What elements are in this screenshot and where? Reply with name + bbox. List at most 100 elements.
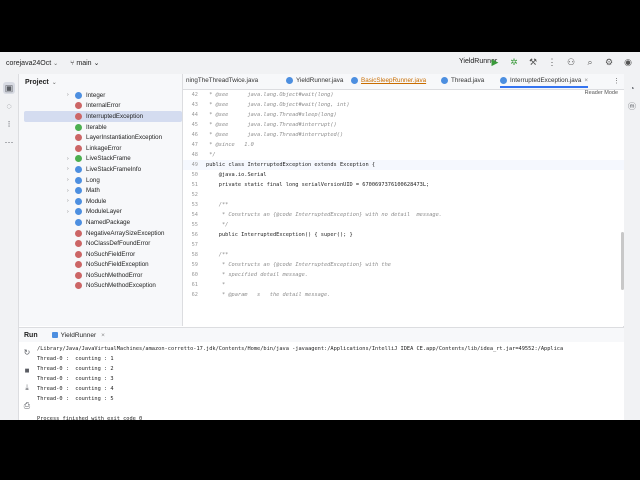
tree-item[interactable]: › Integer bbox=[19, 90, 182, 101]
tree-item[interactable]: › Module bbox=[19, 196, 182, 207]
chevron-right-icon[interactable]: › bbox=[67, 198, 69, 204]
tree-item[interactable]: NoSuchMethodError bbox=[19, 270, 182, 281]
tree-item[interactable]: NoSuchFieldError bbox=[19, 249, 182, 260]
line-number[interactable]: 45 bbox=[183, 122, 198, 128]
tree-item-label: NoSuchFieldError bbox=[86, 250, 136, 258]
project-selector[interactable]: corejava24Oct bbox=[6, 60, 51, 67]
profile-icon[interactable]: ◉ bbox=[622, 56, 634, 68]
line-number[interactable]: 51 bbox=[183, 182, 198, 188]
code-text: * @see java.lang.Object#wait(long, int) bbox=[206, 102, 350, 108]
line-number[interactable]: 62 bbox=[183, 292, 198, 298]
more-icon[interactable]: ⋮ bbox=[546, 56, 558, 68]
build-icon[interactable]: ⚒ bbox=[527, 56, 539, 68]
line-number[interactable]: 59 bbox=[183, 262, 198, 268]
tab-yield-runner[interactable]: YieldRunner.java bbox=[286, 77, 343, 84]
console-line: Thread-0 : counting : 1 bbox=[37, 356, 114, 362]
close-icon[interactable]: × bbox=[101, 332, 105, 339]
tree-item[interactable]: › LiveStackFrame bbox=[19, 154, 182, 165]
line-number[interactable]: 49 bbox=[183, 162, 198, 168]
tree-item-label: LiveStackFrameInfo bbox=[86, 165, 142, 173]
tree-item[interactable]: › ModuleLayer bbox=[19, 207, 182, 218]
tree-item[interactable]: NoSuchFieldException bbox=[19, 260, 182, 271]
chevron-right-icon[interactable]: › bbox=[67, 177, 69, 183]
more-tools-icon[interactable]: ⋯ bbox=[3, 136, 15, 148]
line-number[interactable]: 43 bbox=[183, 102, 198, 108]
tree-item[interactable]: Iterable bbox=[19, 122, 182, 133]
chevron-right-icon[interactable]: › bbox=[67, 209, 69, 215]
line-number[interactable]: 57 bbox=[183, 242, 198, 248]
line-number[interactable]: 61 bbox=[183, 282, 198, 288]
console-line: Process finished with exit code 0 bbox=[37, 416, 143, 420]
gear-icon[interactable]: ⚙ bbox=[603, 56, 615, 68]
chevron-right-icon[interactable]: › bbox=[67, 166, 69, 172]
tabs-more-icon[interactable]: ⋮ bbox=[613, 77, 620, 85]
code-text: /** bbox=[206, 202, 229, 208]
branch-label: main bbox=[76, 59, 92, 67]
tree-item[interactable]: › Math bbox=[19, 185, 182, 196]
tab-interrupted-exception[interactable]: InterruptedException.java × bbox=[500, 77, 589, 88]
code-text: */ bbox=[206, 222, 229, 228]
line-number[interactable]: 60 bbox=[183, 272, 198, 278]
tab-basic-sleep-runner[interactable]: BasicSleepRunner.java bbox=[351, 77, 426, 84]
line-number[interactable]: 56 bbox=[183, 232, 198, 238]
console-line: Thread-0 : counting : 5 bbox=[37, 396, 114, 402]
run-tab-yield-runner[interactable]: YieldRunner × bbox=[51, 332, 105, 339]
stop-icon[interactable]: ■ bbox=[21, 364, 33, 376]
chevron-down-icon: ⌄ bbox=[51, 79, 57, 86]
debug-icon[interactable]: ✲ bbox=[508, 56, 520, 68]
chevron-right-icon[interactable]: › bbox=[67, 188, 69, 194]
class-icon bbox=[75, 134, 82, 142]
code-text: /** bbox=[206, 252, 229, 258]
tab-thread[interactable]: Thread.java bbox=[441, 77, 484, 84]
add-user-icon[interactable]: ⚇ bbox=[565, 56, 577, 68]
tree-item[interactable]: InternalError bbox=[19, 101, 182, 112]
notifications-icon[interactable]: ◔ bbox=[626, 82, 638, 94]
tree-item[interactable]: LayerInstantiationException bbox=[19, 132, 182, 143]
code-line: 58 /** bbox=[183, 250, 624, 260]
line-number[interactable]: 53 bbox=[183, 202, 198, 208]
code-editor[interactable]: Reader Mode 42 * @see java.lang.Object#w… bbox=[183, 90, 624, 326]
console-output[interactable]: /Library/Java/JavaVirtualMachines/amazon… bbox=[36, 342, 624, 420]
line-number[interactable]: 52 bbox=[183, 192, 198, 198]
line-number[interactable]: 50 bbox=[183, 172, 198, 178]
tree-item[interactable]: NoClassDefFoundError bbox=[19, 238, 182, 249]
tree-item[interactable]: › Long bbox=[19, 175, 182, 186]
project-panel-header[interactable]: Project ⌄ bbox=[19, 74, 182, 90]
tab-running-the-thread-twice[interactable]: ningTheThreadTwice.java bbox=[186, 77, 258, 84]
tree-item[interactable]: InterruptedException bbox=[24, 111, 182, 122]
rerun-icon[interactable]: ↻ bbox=[21, 346, 33, 358]
close-icon[interactable]: × bbox=[584, 77, 588, 84]
structure-icon[interactable]: ⁝ bbox=[3, 118, 15, 130]
line-number[interactable]: 55 bbox=[183, 222, 198, 228]
chevron-right-icon[interactable]: › bbox=[67, 92, 69, 98]
line-number[interactable]: 42 bbox=[183, 92, 198, 98]
console-line: /Library/Java/JavaVirtualMachines/amazon… bbox=[37, 346, 564, 352]
run-icon[interactable]: ▶ bbox=[489, 56, 501, 68]
tree-item[interactable]: NegativeArraySizeException bbox=[19, 228, 182, 239]
chevron-right-icon[interactable]: › bbox=[67, 156, 69, 162]
line-number[interactable]: 44 bbox=[183, 112, 198, 118]
database-icon[interactable]: ⓜ bbox=[626, 100, 638, 112]
commit-icon[interactable]: ◌ bbox=[3, 100, 15, 112]
folder-icon[interactable]: ▣ bbox=[3, 82, 15, 94]
line-number[interactable]: 54 bbox=[183, 212, 198, 218]
scroll-to-end-icon[interactable]: ⤓ bbox=[21, 382, 33, 394]
tree-item[interactable]: NamedPackage bbox=[19, 217, 182, 228]
line-number[interactable]: 47 bbox=[183, 142, 198, 148]
line-number[interactable]: 58 bbox=[183, 252, 198, 258]
tree-item[interactable]: LinkageError bbox=[19, 143, 182, 154]
branch-selector[interactable]: ⑂ main ⌄ bbox=[70, 59, 99, 68]
tree-item[interactable]: NoSuchMethodException bbox=[19, 281, 182, 292]
tree-item-label: LiveStackFrame bbox=[86, 155, 131, 163]
tree-item[interactable]: › LiveStackFrameInfo bbox=[19, 164, 182, 175]
search-icon[interactable]: ⌕ bbox=[584, 56, 596, 68]
line-number[interactable]: 48 bbox=[183, 152, 198, 158]
class-icon bbox=[75, 197, 82, 205]
line-number[interactable]: 46 bbox=[183, 132, 198, 138]
editor-scrollbar[interactable] bbox=[621, 232, 624, 290]
tree-item-label: NoClassDefFoundError bbox=[86, 240, 151, 248]
print-icon[interactable]: ⎙ bbox=[21, 400, 33, 412]
class-icon bbox=[75, 91, 82, 99]
class-icon bbox=[500, 77, 507, 84]
code-line: 59 * Constructs an {@code InterruptedExc… bbox=[183, 260, 624, 270]
